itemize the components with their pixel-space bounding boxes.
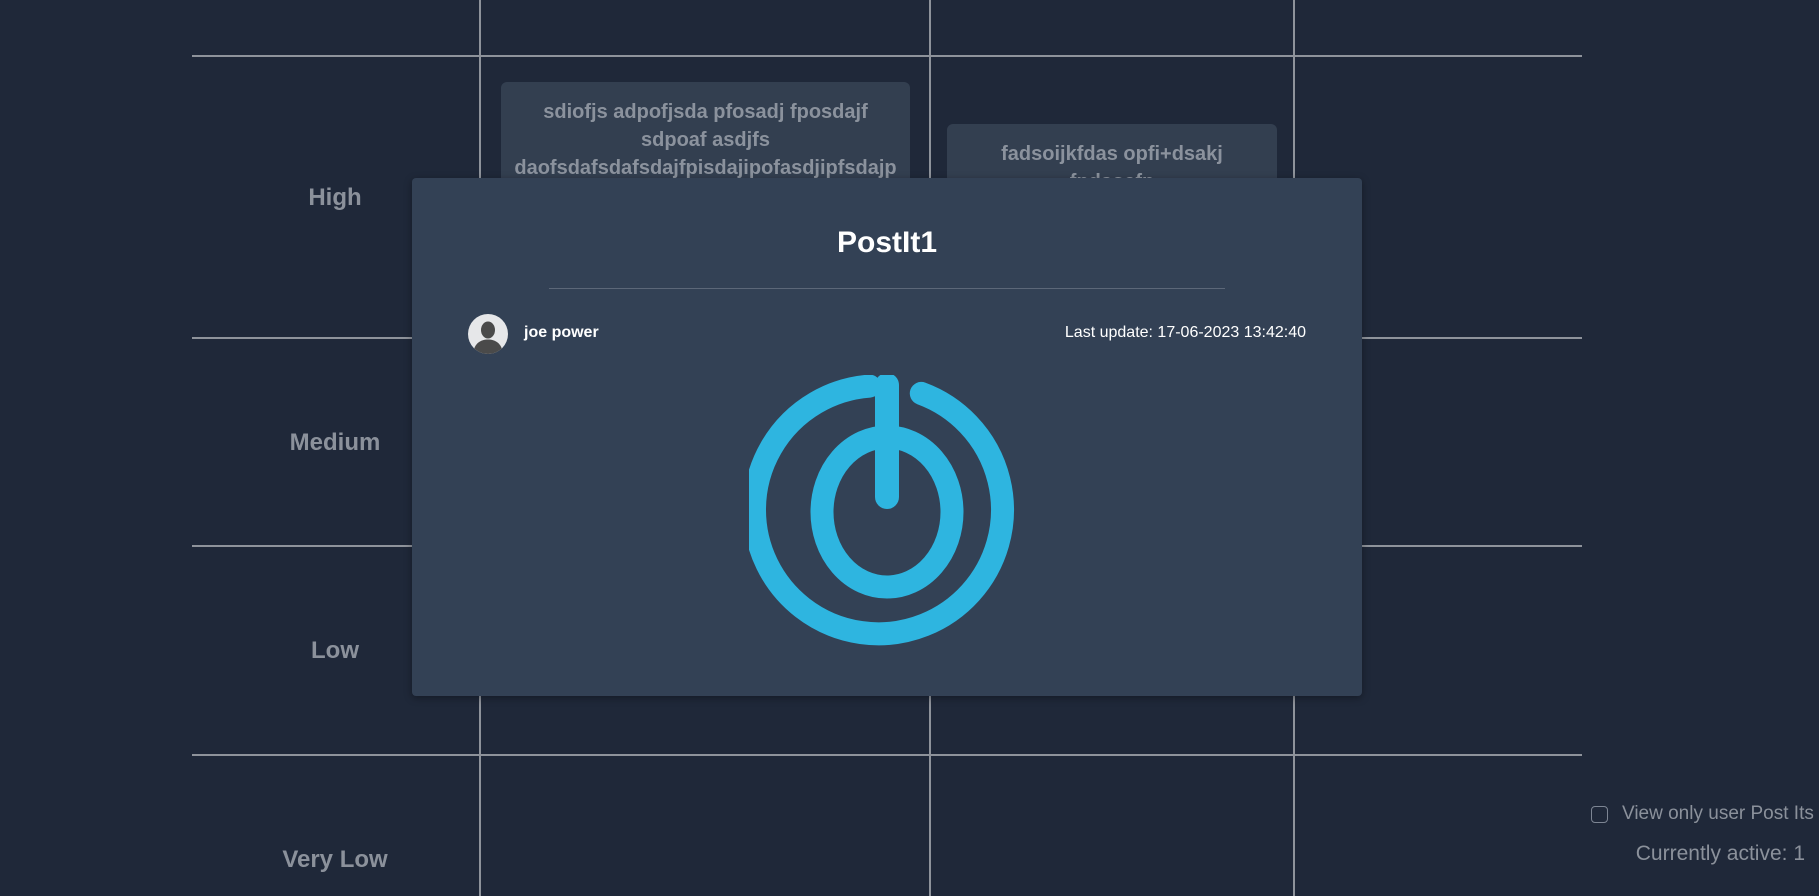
last-update-text: Last update: 17-06-2023 13:42:40: [1064, 324, 1306, 341]
row-label-low: Low: [311, 637, 359, 664]
power-icon: [749, 375, 1014, 646]
grid-line: [192, 55, 1582, 57]
view-only-user-checkbox[interactable]: [1591, 805, 1608, 823]
row-label-medium: Medium: [289, 429, 381, 456]
postit-text-line: fadsoijkfdas opfi+dsakj: [1001, 143, 1223, 165]
grid-line: [192, 754, 1582, 756]
row-label-very-low: Very Low: [282, 846, 388, 873]
postit-detail-modal: PostIt1 joe power Last update: 17-06-202…: [412, 178, 1362, 696]
row-label-high: High: [308, 184, 362, 211]
postit-text-line: sdiofjs adpofjsda pfosadj fposdajf: [543, 101, 868, 123]
divider: [549, 288, 1225, 289]
filter-label: View only user Post Its: [1622, 803, 1814, 824]
modal-title: PostIt1: [836, 226, 938, 259]
active-count: Currently active: 1: [1635, 842, 1805, 865]
user-silhouette-icon: [473, 321, 503, 354]
postit-text-line: sdpoaf asdjfs: [641, 129, 770, 151]
user-filter[interactable]: View only user Post Its: [1591, 803, 1814, 825]
author-name: joe power: [524, 324, 599, 341]
avatar: [468, 314, 508, 354]
